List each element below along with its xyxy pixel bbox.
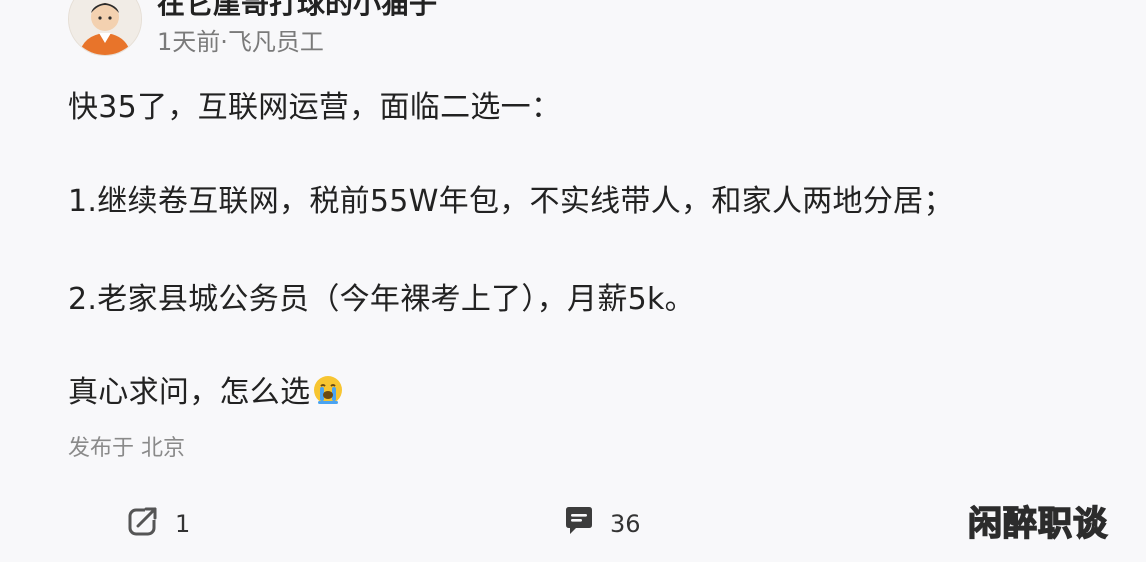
- post-paragraph-4: 真心求问，怎么选: [68, 367, 344, 411]
- post-location: 发布于 北京: [68, 436, 185, 461]
- post-paragraph-4-text: 真心求问，怎么选: [68, 375, 311, 410]
- share-icon: [127, 504, 161, 544]
- avatar-image: [69, 0, 141, 55]
- post-meta: 1天前·飞凡员工: [157, 28, 324, 56]
- post-paragraph-2: 1.继续卷互联网，税前55W年包，不实线带人，和家人两地分居；: [68, 184, 954, 219]
- comment-button[interactable]: 36: [562, 504, 641, 544]
- post-paragraph-1: 快35了，互联网运营，面临二选一：: [68, 90, 562, 125]
- crying-face-emoji-icon: [312, 374, 344, 406]
- avatar[interactable]: [68, 0, 142, 56]
- share-count: 1: [175, 510, 191, 538]
- post-paragraph-3: 2.老家县城公务员（今年裸考上了），月薪5k。: [68, 282, 695, 317]
- comment-icon: [562, 504, 596, 544]
- author-name[interactable]: 在它崖哥打球的小猫子: [157, 0, 437, 22]
- comment-count: 36: [610, 510, 641, 538]
- watermark: 闲醉职谈: [967, 503, 1108, 545]
- share-button[interactable]: 1: [127, 504, 190, 544]
